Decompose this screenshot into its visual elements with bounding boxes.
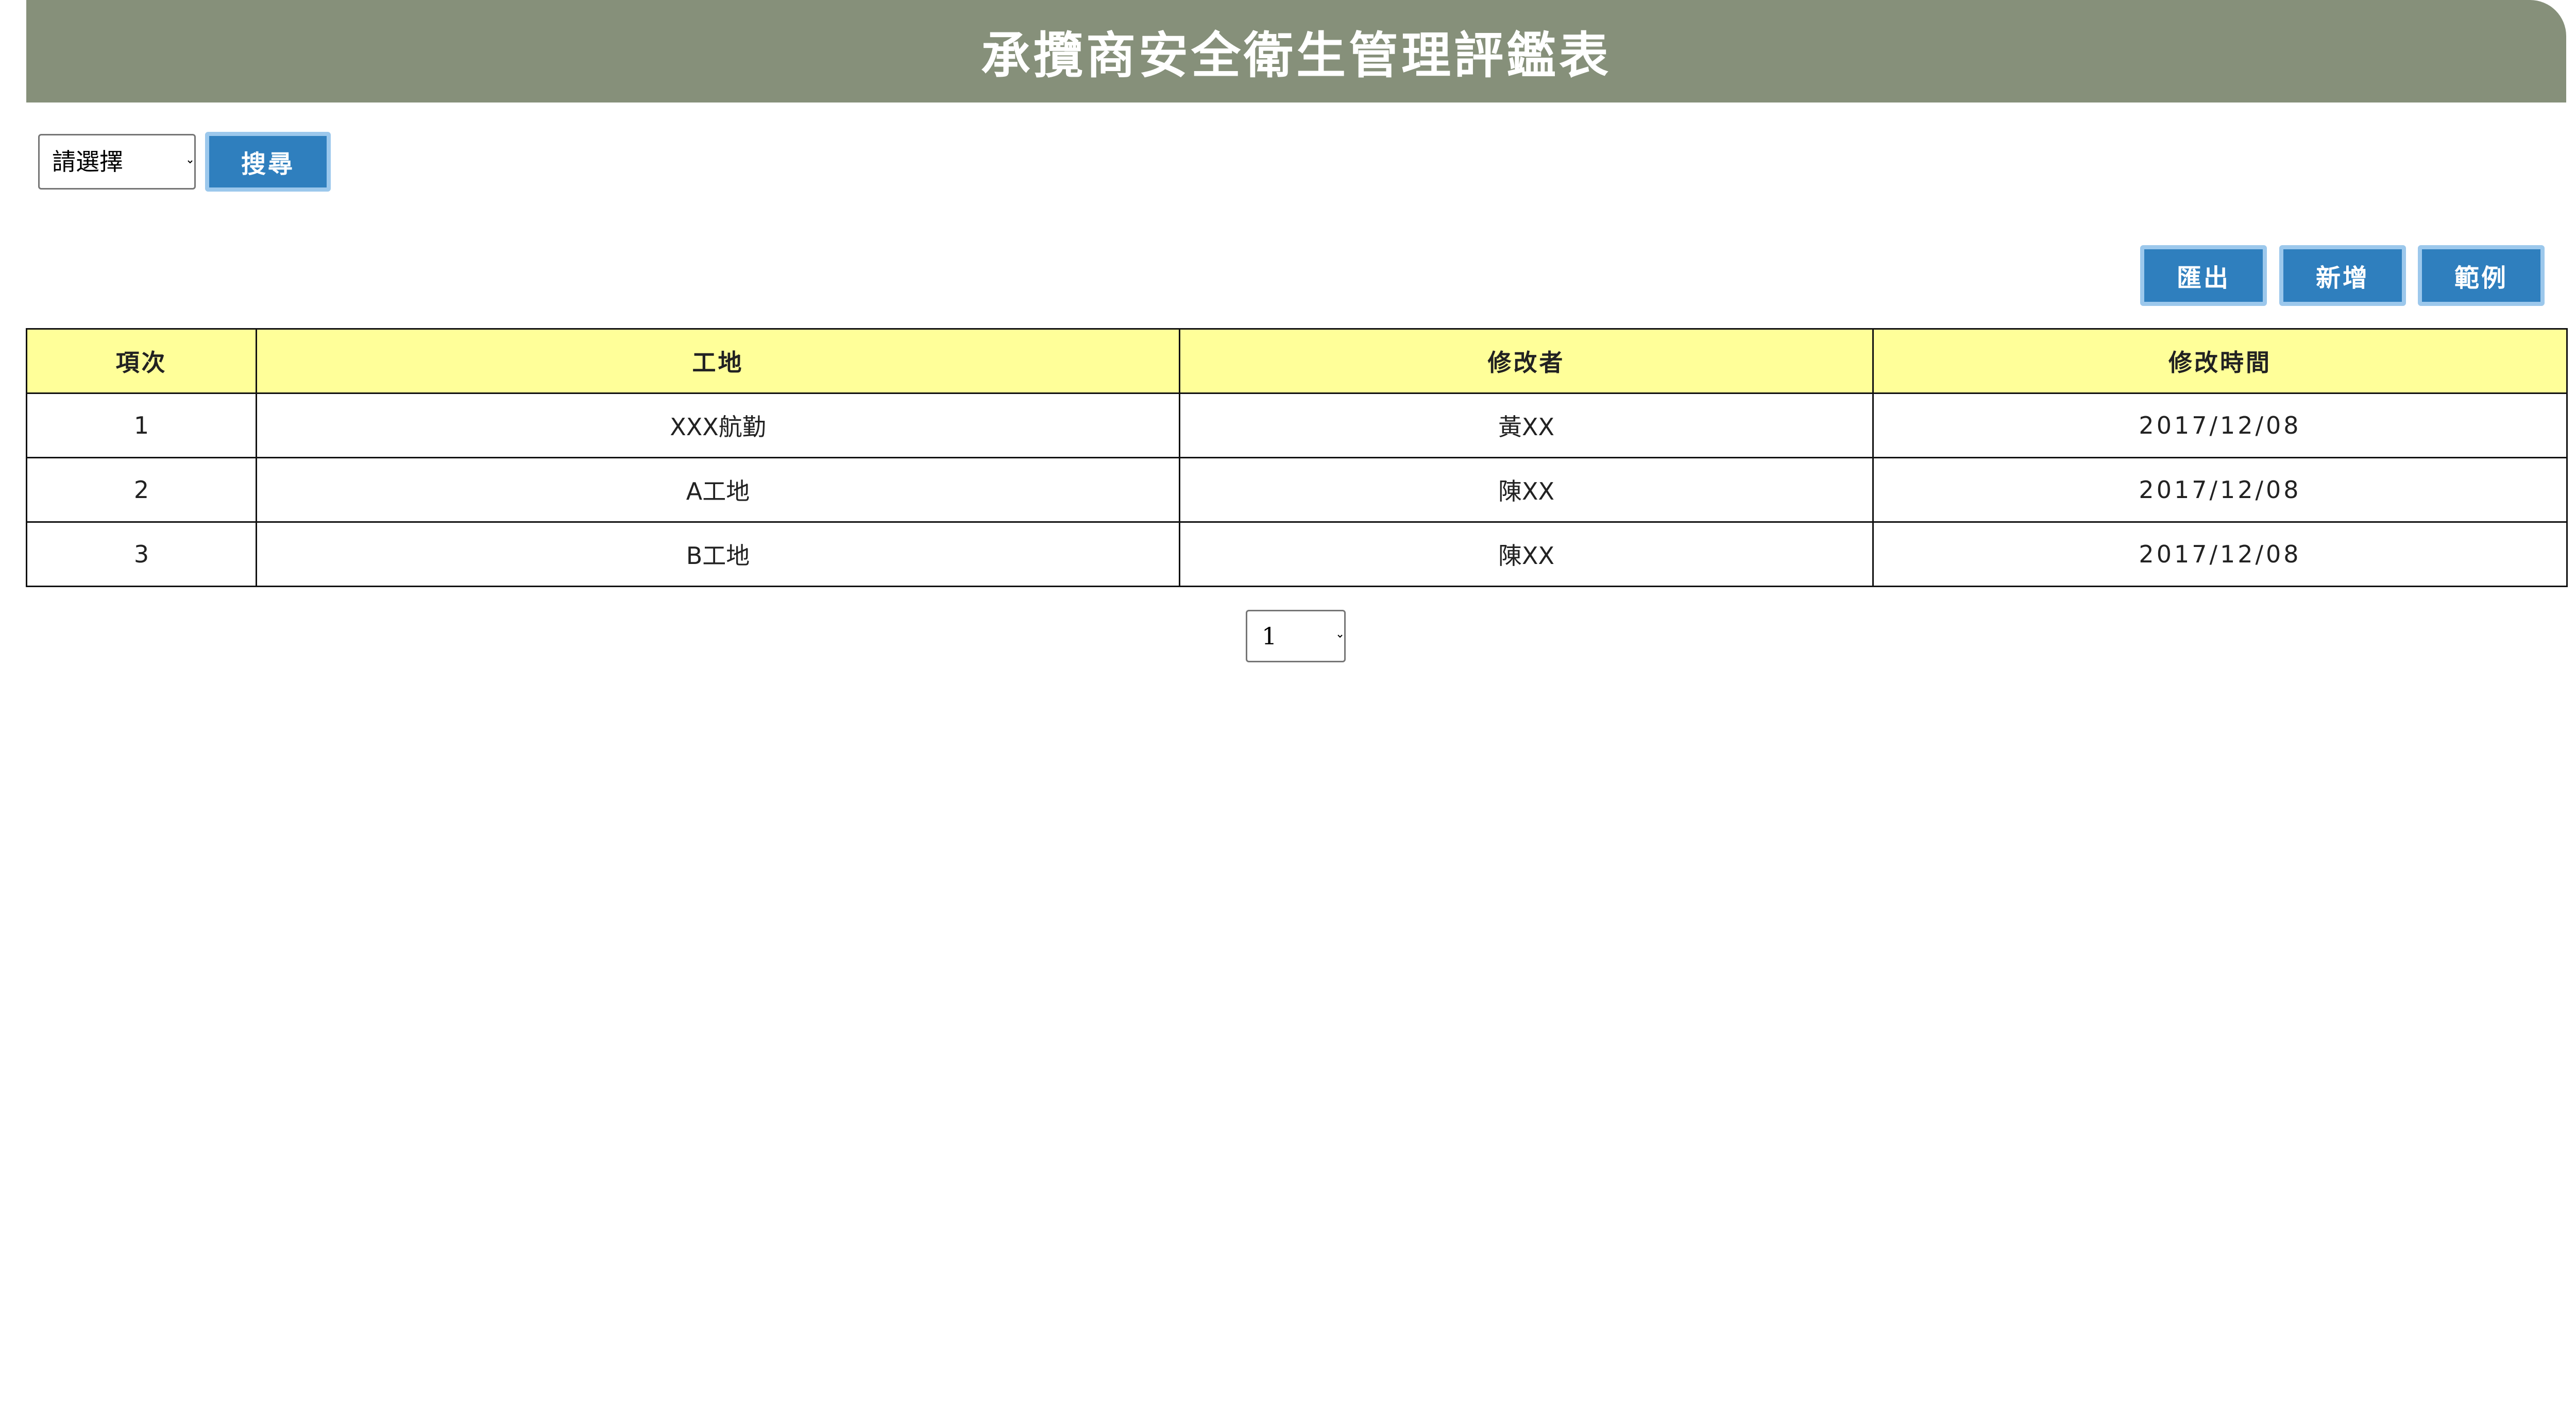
column-header-modifier: 修改者 — [1179, 328, 1874, 394]
cell-modifier: 陳XX — [1179, 457, 1874, 523]
cell-modified-time: 2017/12/08 — [1872, 392, 2568, 458]
export-button[interactable]: 匯出 — [2140, 245, 2267, 306]
table-header-row: 項次 工地 修改者 修改時間 — [26, 328, 2568, 394]
table-row[interactable]: 1 XXX航勤 黃XX 2017/12/08 — [26, 392, 2568, 458]
page-header: 承攬商安全衛生管理評鑑表 — [26, 0, 2566, 102]
cell-modifier: 黃XX — [1179, 392, 1874, 458]
column-header-modified-time: 修改時間 — [1872, 328, 2568, 394]
table-row[interactable]: 2 A工地 陳XX 2017/12/08 — [26, 457, 2568, 523]
cell-item-no: 2 — [26, 457, 257, 523]
cell-item-no: 3 — [26, 521, 257, 587]
page-select[interactable]: 1 — [1246, 610, 1346, 662]
search-button[interactable]: 搜尋 — [205, 132, 331, 192]
cell-site: XXX航勤 — [256, 392, 1180, 458]
cell-site: A工地 — [256, 457, 1180, 523]
cell-modifier: 陳XX — [1179, 521, 1874, 587]
cell-item-no: 1 — [26, 392, 257, 458]
filter-select[interactable]: 請選擇 — [38, 134, 196, 190]
data-table: 項次 工地 修改者 修改時間 1 XXX航勤 黃XX 2017/12/08 2 … — [26, 328, 2568, 587]
cell-modified-time: 2017/12/08 — [1872, 457, 2568, 523]
add-button[interactable]: 新增 — [2279, 245, 2406, 306]
page: 承攬商安全衛生管理評鑑表 請選擇 搜尋 匯出 新增 範例 項次 工地 修改者 修… — [0, 0, 2576, 1404]
page-title: 承攬商安全衛生管理評鑑表 — [981, 27, 1612, 84]
sample-button[interactable]: 範例 — [2418, 245, 2545, 306]
cell-modified-time: 2017/12/08 — [1872, 521, 2568, 587]
column-header-site: 工地 — [256, 328, 1180, 394]
table-row[interactable]: 3 B工地 陳XX 2017/12/08 — [26, 521, 2568, 587]
column-header-item-no: 項次 — [26, 328, 257, 394]
cell-site: B工地 — [256, 521, 1180, 587]
